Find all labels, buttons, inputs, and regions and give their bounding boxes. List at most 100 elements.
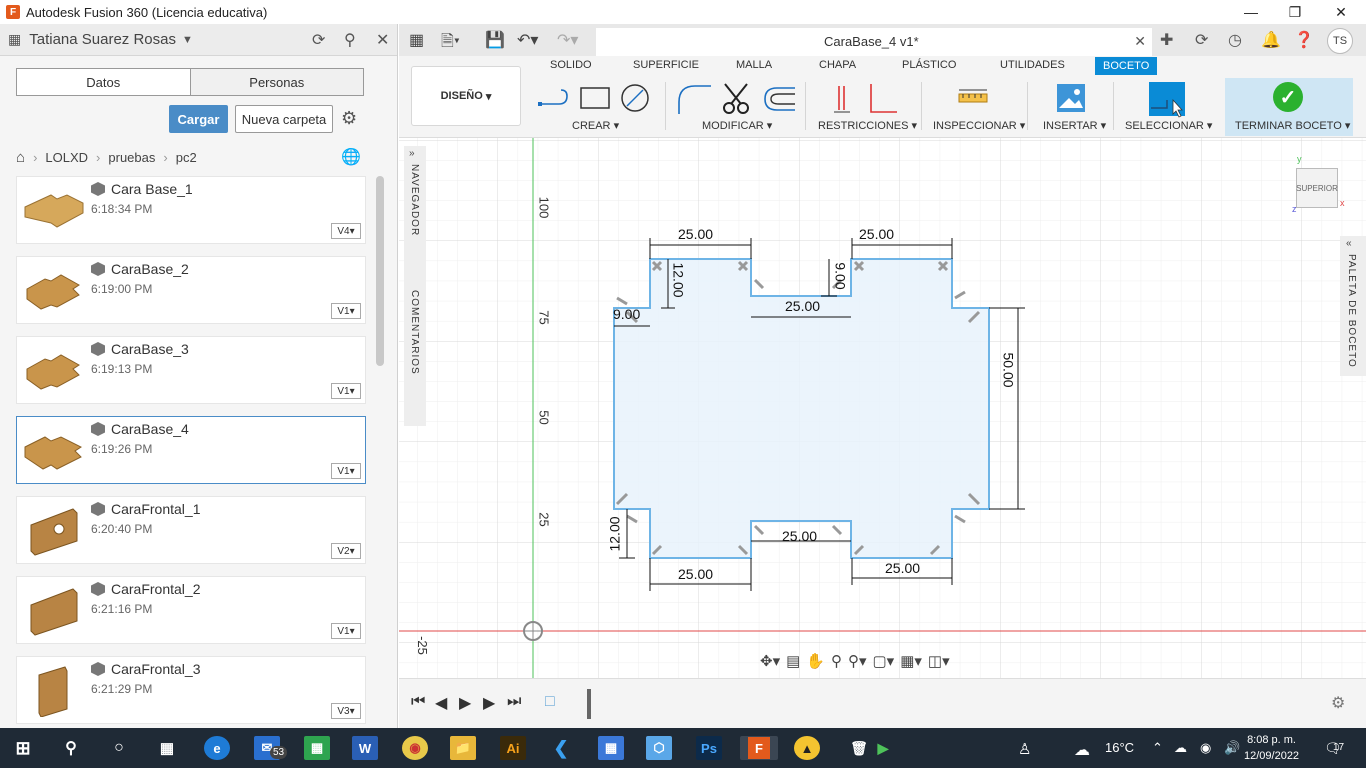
search-icon[interactable]: ⚲	[58, 736, 84, 760]
file-item[interactable]: Cara Base_1 6:18:34 PM V4 ▾	[16, 176, 366, 244]
breadcrumb-item[interactable]: pc2	[176, 150, 197, 165]
tab-superficie[interactable]: SUPERFICIE	[633, 59, 699, 71]
vertical-constraint-icon[interactable]	[831, 82, 853, 116]
dimension-text[interactable]: 9.00	[833, 262, 849, 289]
dimension-text[interactable]: 25.00	[885, 560, 920, 576]
globe-icon[interactable]: 🌐	[341, 147, 361, 167]
version-badge[interactable]: V3 ▾	[331, 703, 361, 719]
pan-hand-icon[interactable]: ✋	[806, 652, 825, 670]
line-tool-icon[interactable]	[537, 84, 571, 114]
document-tab[interactable]: CaraBase_4 v1* ✕	[596, 28, 1152, 56]
zoom-icon[interactable]: ⚲	[831, 652, 842, 670]
tab-malla[interactable]: MALLA	[736, 59, 772, 71]
redo-icon[interactable]: ↷▾	[557, 30, 578, 50]
seleccionar-menu[interactable]: SELECCIONAR ▾	[1125, 119, 1212, 132]
dimension-text[interactable]: 12.00	[607, 516, 623, 551]
fillet-tool-icon[interactable]	[675, 82, 713, 116]
vscode-icon[interactable]: ❮	[548, 736, 574, 760]
file-item-selected[interactable]: CaraBase_4 6:19:26 PM V1 ▾	[16, 416, 366, 484]
version-badge[interactable]: V2 ▾	[331, 543, 361, 559]
onedrive-icon[interactable]: ☁	[1174, 740, 1187, 756]
viewcube[interactable]: SUPERIOR	[1296, 168, 1338, 208]
dimension-text[interactable]: 25.00	[785, 298, 820, 314]
dimension-text[interactable]: 50.00	[1001, 352, 1017, 387]
crear-menu[interactable]: CREAR ▾	[572, 119, 619, 132]
gear-icon[interactable]: ⚙	[341, 108, 357, 129]
navigator-panel[interactable]: » NAVEGADOR COMENTARIOS	[404, 146, 426, 426]
dimension-text[interactable]: 25.00	[678, 566, 713, 582]
breadcrumb-item[interactable]: LOLXD	[45, 150, 88, 165]
settings-gear-icon[interactable]: ⚙	[1331, 693, 1345, 713]
file-item[interactable]: CaraFrontal_1 6:20:40 PM V2 ▾	[16, 496, 366, 564]
measure-ruler-icon[interactable]	[957, 84, 989, 108]
minimize-icon[interactable]: —	[1228, 0, 1274, 24]
new-tab-icon[interactable]: ✚	[1160, 30, 1173, 50]
tab-boceto[interactable]: BOCETO	[1095, 57, 1158, 75]
tab-plastico[interactable]: PLÁSTICO	[902, 59, 956, 71]
scrollbar[interactable]	[376, 176, 384, 366]
display-settings-icon[interactable]: ▢▾	[873, 652, 895, 670]
select-tool-icon[interactable]	[1147, 80, 1187, 118]
tab-solido[interactable]: SOLIDO	[550, 59, 592, 71]
sketch-canvas[interactable]: 100 75 50 25 -25 25.00 25.00 12.00 9.00 …	[399, 138, 1366, 678]
temperature[interactable]: 16°C	[1105, 740, 1134, 755]
job-status-icon[interactable]: ⟳	[1195, 30, 1208, 50]
offset-tool-icon[interactable]	[761, 82, 799, 116]
file-item[interactable]: CaraBase_3 6:19:13 PM V1 ▾	[16, 336, 366, 404]
orbit-icon[interactable]: ✥▾	[760, 652, 780, 670]
undo-icon[interactable]: ↶▾	[517, 30, 538, 50]
circle-tool-icon[interactable]	[619, 82, 651, 114]
version-badge[interactable]: V4 ▾	[331, 223, 361, 239]
version-badge[interactable]: V1 ▾	[331, 623, 361, 639]
store-icon[interactable]: ▦	[598, 736, 624, 760]
step-back-icon[interactable]: ◀	[435, 693, 447, 713]
version-badge[interactable]: V1 ▾	[331, 383, 361, 399]
breadcrumb-item[interactable]: pruebas	[108, 150, 155, 165]
autocad-icon[interactable]: ▲	[794, 736, 820, 760]
version-badge[interactable]: V1 ▾	[331, 463, 361, 479]
version-badge[interactable]: V1 ▾	[331, 303, 361, 319]
dimension-text[interactable]: 25.00	[859, 226, 894, 242]
3d-viewer-icon[interactable]: ⬡	[646, 736, 672, 760]
wifi-icon[interactable]: ◉	[1200, 740, 1211, 756]
upload-button[interactable]: Cargar	[169, 105, 228, 133]
step-forward-icon[interactable]: ▶	[483, 693, 495, 713]
close-tab-icon[interactable]: ✕	[1134, 33, 1146, 50]
chrome-icon[interactable]: ◉	[402, 736, 428, 760]
sketch-palette-panel[interactable]: « PALETA DE BOCETO	[1340, 236, 1366, 376]
help-icon[interactable]: ❓	[1294, 30, 1314, 50]
avatar[interactable]: TS	[1327, 28, 1353, 54]
word-icon[interactable]: W	[352, 736, 378, 760]
file-item[interactable]: CaraFrontal_3 6:21:29 PM V3 ▾	[16, 656, 366, 724]
insert-image-icon[interactable]	[1055, 82, 1087, 114]
workspace-switcher[interactable]: DISEÑO ▾	[411, 66, 521, 126]
insertar-menu[interactable]: INSERTAR ▾	[1043, 119, 1106, 132]
close-icon[interactable]: ✕	[1318, 0, 1364, 24]
edge-icon[interactable]: e	[204, 736, 230, 760]
save-icon[interactable]: 💾	[485, 30, 505, 50]
inspeccionar-menu[interactable]: INSPECCIONAR ▾	[933, 119, 1025, 132]
modificar-menu[interactable]: MODIFICAR ▾	[702, 119, 772, 132]
trim-scissors-icon[interactable]	[719, 80, 755, 116]
coincident-constraint-icon[interactable]	[865, 82, 899, 116]
home-icon[interactable]: ⌂	[16, 149, 25, 166]
finish-sketch-button[interactable]: ✓ TERMINAR BOCETO ▾	[1225, 78, 1353, 136]
illustrator-icon[interactable]: Ai	[500, 736, 526, 760]
apps-grid-icon[interactable]: ▦	[409, 30, 424, 50]
restricciones-menu[interactable]: RESTRICCIONES ▾	[818, 119, 917, 132]
people-icon[interactable]: ♙	[1018, 740, 1031, 758]
tab-personas[interactable]: Personas	[189, 69, 363, 95]
tab-chapa[interactable]: CHAPA	[819, 59, 856, 71]
recycle-bin-icon[interactable]: 🗑	[846, 736, 872, 760]
rectangle-tool-icon[interactable]	[579, 84, 611, 112]
go-to-start-icon[interactable]: ⏮	[411, 693, 425, 711]
tab-datos[interactable]: Datos	[17, 69, 190, 95]
dimension-text[interactable]: 25.00	[678, 226, 713, 242]
new-folder-button[interactable]: Nueva carpeta	[235, 105, 333, 133]
search-icon[interactable]: ⚲	[344, 30, 356, 50]
clock[interactable]: 8:08 p. m. 12/09/2022	[1244, 732, 1299, 764]
chevron-up-icon[interactable]: ⌃	[1152, 740, 1163, 756]
chevron-down-icon[interactable]: ▼	[182, 34, 193, 46]
look-at-icon[interactable]: ▤	[786, 652, 800, 670]
collapse-icon[interactable]: «	[1346, 238, 1352, 249]
